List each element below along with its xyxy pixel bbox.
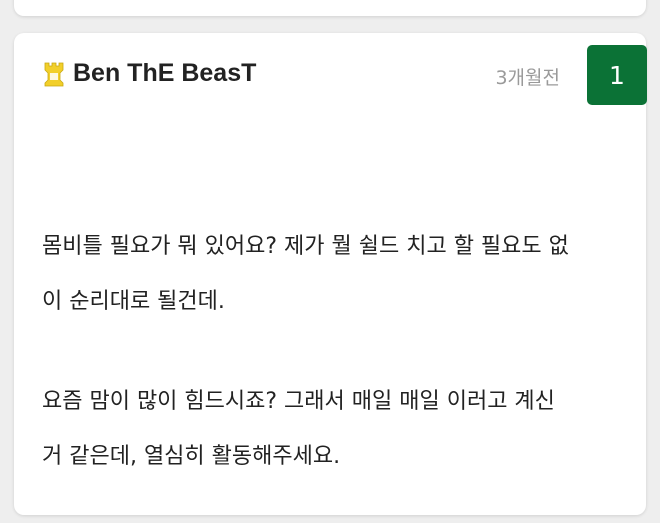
- comment-paragraph: 요즘 맘이 많이 힘드시죠? 그래서 매일 매일 이러고 계신 거 같은데, 열…: [42, 389, 555, 469]
- previous-comment-card: [14, 0, 646, 16]
- comment-card: Ben ThE BeasT 3개월전 1 몸비틀 필요가 뭐 있어요? 제가 뭘…: [14, 33, 647, 515]
- comment-body: 몸비틀 필요가 뭐 있어요? 제가 뭘 쉴드 치고 할 필요도 없 이 순리대로…: [42, 219, 632, 484]
- chess-rook-icon: [42, 61, 66, 87]
- comment-author[interactable]: Ben ThE BeasT: [73, 59, 256, 88]
- comment-paragraph: 몸비틀 필요가 뭐 있어요? 제가 뭘 쉴드 치고 할 필요도 없 이 순리대로…: [42, 234, 569, 314]
- comment-header: Ben ThE BeasT: [42, 59, 256, 88]
- vote-count-badge[interactable]: 1: [587, 45, 647, 105]
- comment-timestamp: 3개월전: [495, 67, 560, 89]
